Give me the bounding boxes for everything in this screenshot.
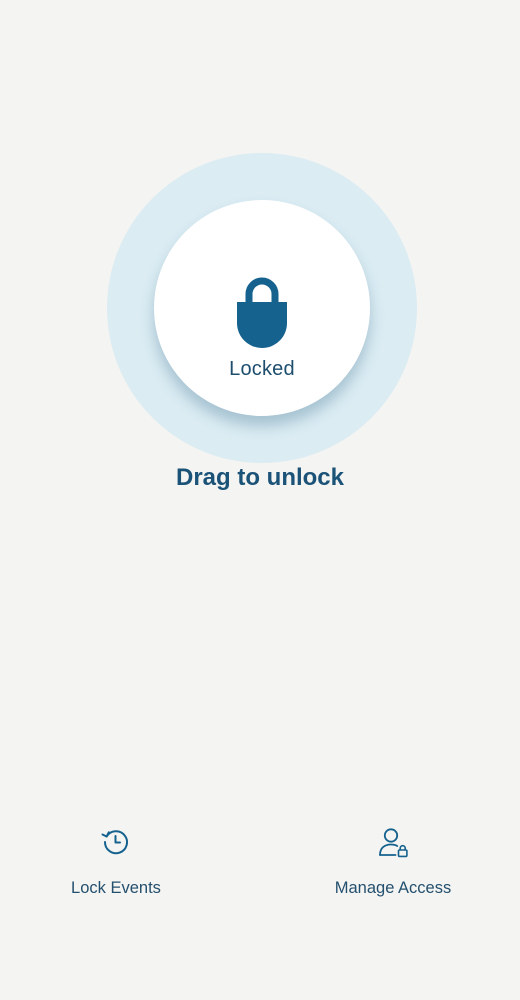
manage-access-label: Manage Access (334, 879, 452, 897)
lock-toggle-button[interactable]: Locked (154, 200, 370, 416)
drag-to-unlock-hint: Drag to unlock (175, 464, 344, 491)
lock-events-button[interactable]: Lock Events (26, 826, 206, 898)
lock-events-label: Lock Events (71, 879, 161, 897)
lock-status-label: Locked (229, 358, 295, 380)
padlock-icon (235, 272, 289, 350)
manage-access-button[interactable]: Manage Access (303, 826, 483, 898)
history-clock-icon (100, 826, 132, 858)
user-lock-icon (377, 826, 409, 858)
